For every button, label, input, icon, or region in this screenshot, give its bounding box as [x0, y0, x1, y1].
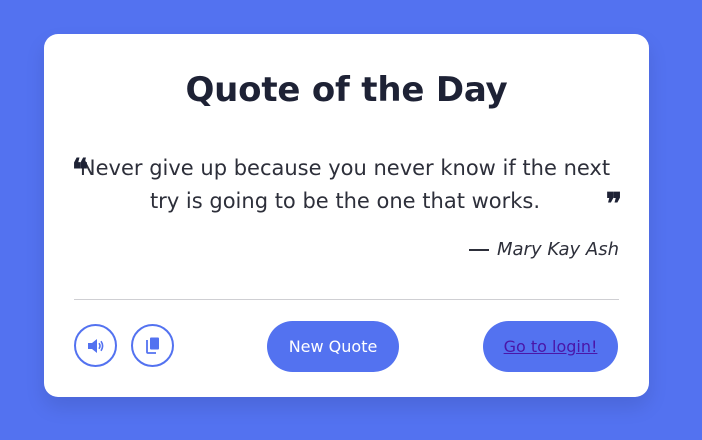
author-name: Mary Kay Ash	[496, 239, 619, 260]
copy-button[interactable]	[131, 324, 174, 367]
copy-icon	[145, 337, 159, 354]
author: Mary Kay Ash	[468, 238, 619, 262]
divider	[74, 299, 619, 300]
login-button[interactable]: Go to login!	[483, 321, 618, 372]
page-title: Quote of the Day	[185, 70, 508, 110]
new-quote-button[interactable]: New Quote	[267, 321, 399, 372]
speaker-icon	[87, 338, 103, 353]
quote-area: ❝ Never give up because you never know i…	[72, 152, 622, 220]
quote-text: Never give up because you never know if …	[79, 156, 611, 213]
speech-button[interactable]	[74, 324, 117, 367]
author-dash	[468, 249, 489, 251]
open-quote-icon: ❝	[72, 153, 89, 188]
close-quote-icon: ❞	[605, 187, 622, 222]
login-link[interactable]: Go to login!	[504, 337, 598, 356]
quote-card: Quote of the Day ❝ Never give up because…	[44, 34, 649, 397]
